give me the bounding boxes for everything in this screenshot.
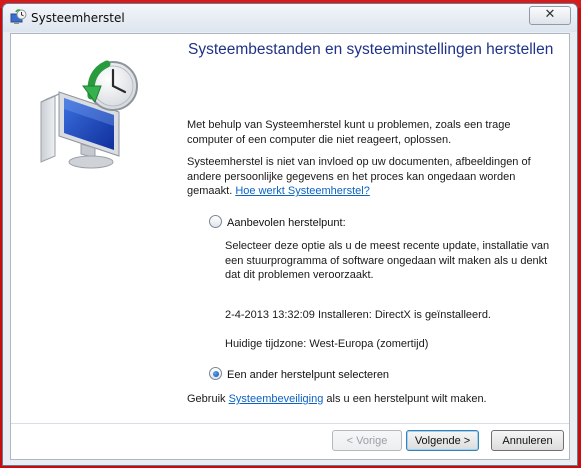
other-radio[interactable] <box>209 367 222 380</box>
footer-suffix: als u een herstelpunt wilt maken. <box>323 393 487 405</box>
system-protection-link[interactable]: Systeembeveiliging <box>229 393 324 405</box>
recommended-restore-point-option[interactable]: Aanbevolen herstelpunt: <box>209 215 346 229</box>
footer-text: Gebruik Systeembeveiliging als u een her… <box>187 392 557 407</box>
system-restore-illustration <box>40 60 138 169</box>
restore-point-details: 2-4-2013 13:32:09 Installeren: DirectX i… <box>225 309 491 321</box>
footer-prefix: Gebruik <box>187 393 229 405</box>
other-restore-point-option[interactable]: Een ander herstelpunt selecteren <box>209 367 389 381</box>
back-button[interactable]: < Vorige <box>332 430 402 451</box>
how-it-works-link[interactable]: Hoe werkt Systeemherstel? <box>235 185 370 197</box>
cancel-button[interactable]: Annuleren <box>491 430 564 451</box>
dialog-content: Systeembestanden en systeeminstellingen … <box>10 33 570 460</box>
recommended-label: Aanbevolen herstelpunt: <box>227 217 346 229</box>
title-bar: Systeemherstel ✕ <box>3 4 577 32</box>
recommended-description: Selecteer deze optie als u de meest rece… <box>225 240 550 282</box>
page-title: Systeembestanden en systeeminstellingen … <box>188 41 554 58</box>
system-restore-icon <box>10 9 27 24</box>
recommended-radio[interactable] <box>209 215 222 228</box>
system-restore-window: Systeemherstel ✕ Systeembestanden en sys… <box>2 3 578 466</box>
other-label: Een ander herstelpunt selecteren <box>227 369 390 381</box>
next-button[interactable]: Volgende > <box>406 430 479 451</box>
note-text: Systeemherstel is niet van invloed op uw… <box>187 155 557 199</box>
current-timezone: Huidige tijdzone: West-Europa (zomertijd… <box>225 338 429 350</box>
window-title: Systeemherstel <box>31 11 125 25</box>
close-button[interactable]: ✕ <box>529 6 571 25</box>
intro-text: Met behulp van Systeemherstel kunt u pro… <box>187 119 511 146</box>
close-icon: ✕ <box>544 7 556 22</box>
button-separator <box>11 423 569 424</box>
